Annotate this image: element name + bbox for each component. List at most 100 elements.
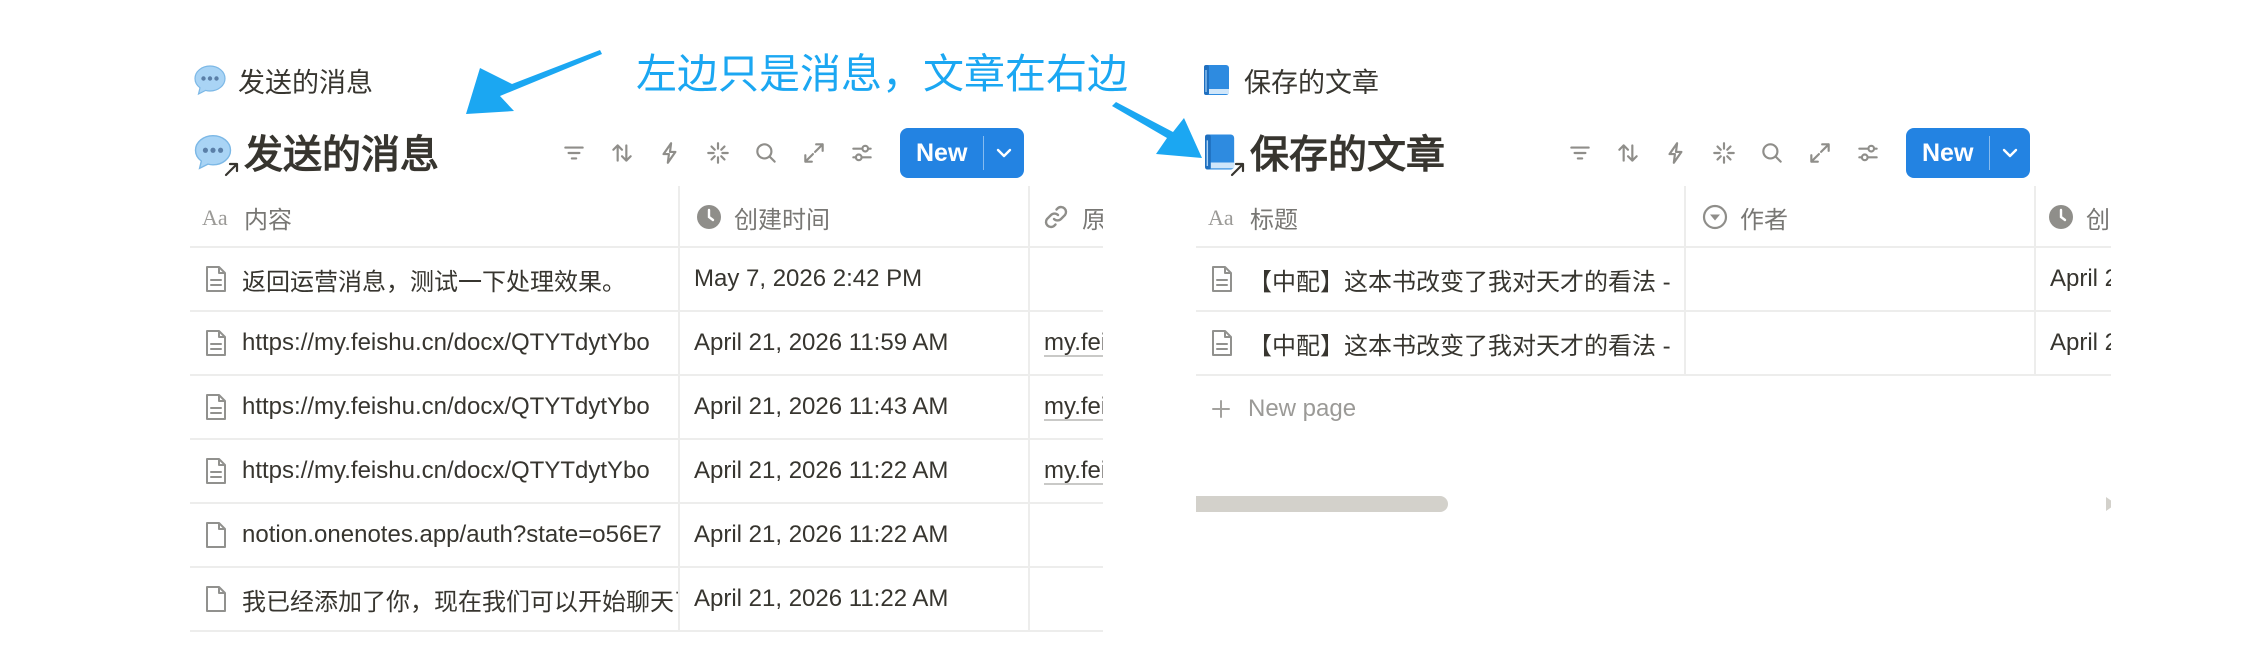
content-cell[interactable]: notion.onenotes.app/auth?state=o56E7 <box>190 504 680 566</box>
cell-text: https://my.feishu.cn/docx/QTYTdytYbo <box>242 393 650 420</box>
content-cell[interactable]: https://my.feishu.cn/docx/QTYTdytYbo <box>190 376 680 438</box>
column-header-label: 作者 <box>1740 206 1788 234</box>
left-database-panel: 发送的消息 发送的消息 New Aa 内容 创建时间 原 返回运营消息，测试一下… <box>190 0 1103 660</box>
table-row[interactable]: https://my.feishu.cn/docx/QTYTdytYbo Apr… <box>190 376 1103 440</box>
new-dropdown-button[interactable] <box>984 128 1024 178</box>
view-tab-sent-messages[interactable]: 发送的消息 <box>192 60 373 100</box>
title-cell[interactable]: 【中配】这本书改变了我对天才的看法 - <box>1196 312 1686 374</box>
new-page-button[interactable]: New page <box>1196 376 2111 442</box>
table-row[interactable]: 我已经添加了你，现在我们可以开始聊天了 April 21, 2026 11:22… <box>190 568 1103 632</box>
database-toolbar: New <box>550 128 1025 178</box>
table-row[interactable]: notion.onenotes.app/auth?state=o56E7 Apr… <box>190 504 1103 568</box>
new-button-label[interactable]: New <box>900 128 983 178</box>
filter-button[interactable] <box>1556 129 1604 177</box>
column-header-content[interactable]: Aa 内容 <box>190 186 680 248</box>
created-time-cell: April 21, 2026 11:59 AM <box>680 312 1030 374</box>
content-cell[interactable]: 返回运营消息，测试一下处理效果。 <box>190 248 680 310</box>
new-dropdown-button[interactable] <box>1990 128 2030 178</box>
new-button[interactable]: New <box>1906 128 2031 178</box>
source-link-cell[interactable]: my.fei <box>1030 312 1103 374</box>
settings-button[interactable] <box>838 129 886 177</box>
blue-book-icon <box>1198 62 1234 98</box>
page-icon <box>1210 264 1234 294</box>
link-icon <box>1044 205 1068 229</box>
sort-icon <box>612 144 632 162</box>
cell-link[interactable]: my.fei <box>1044 329 1103 357</box>
search-button[interactable] <box>742 129 790 177</box>
content-cell[interactable]: https://my.feishu.cn/docx/QTYTdytYbo <box>190 440 680 502</box>
sort-button[interactable] <box>1604 129 1652 177</box>
search-button[interactable] <box>1748 129 1796 177</box>
filter-button[interactable] <box>550 129 598 177</box>
author-cell[interactable] <box>1686 312 2036 374</box>
created-cell: April 2 <box>2036 248 2111 310</box>
source-link-cell[interactable] <box>1030 248 1103 310</box>
page-icon <box>204 264 228 294</box>
table-row[interactable]: 【中配】这本书改变了我对天才的看法 - April 2 <box>1196 248 2111 312</box>
content-cell[interactable]: 我已经添加了你，现在我们可以开始聊天了 <box>190 568 680 630</box>
database-toolbar: New <box>1556 128 2031 178</box>
column-header-author[interactable]: 作者 <box>1686 186 2036 248</box>
table-row[interactable]: https://my.feishu.cn/docx/QTYTdytYbo Apr… <box>190 440 1103 504</box>
content-cell[interactable]: https://my.feishu.cn/docx/QTYTdytYbo <box>190 312 680 374</box>
column-header-label: 创 <box>2086 206 2110 234</box>
page-icon <box>204 328 228 358</box>
new-button-label[interactable]: New <box>1906 128 1989 178</box>
author-cell[interactable] <box>1686 248 2036 310</box>
title-cell[interactable]: 【中配】这本书改变了我对天才的看法 - <box>1196 248 1686 310</box>
automation-button[interactable] <box>646 129 694 177</box>
table-row[interactable]: https://my.feishu.cn/docx/QTYTdytYbo Apr… <box>190 312 1103 376</box>
source-link-cell[interactable]: my.fei <box>1030 440 1103 502</box>
database-title[interactable]: 发送的消息 <box>192 124 439 180</box>
table-row[interactable]: 【中配】这本书改变了我对天才的看法 - April 2 <box>1196 312 2111 376</box>
source-link-cell[interactable]: my.fei <box>1030 376 1103 438</box>
settings-sliders-icon <box>1858 144 1878 162</box>
expand-icon <box>1810 143 1830 163</box>
scroll-right-icon[interactable] <box>2104 496 2111 512</box>
created-time-cell: April 21, 2026 11:22 AM <box>680 504 1030 566</box>
column-header-created[interactable]: 创 <box>2036 186 2111 248</box>
page-icon <box>204 456 228 486</box>
articles-table: Aa 标题 作者 创 【中配】这本书改变了我对天才的看法 - April 2 【… <box>1196 186 2111 442</box>
cell-text: April 21, 2026 11:22 AM <box>694 585 949 612</box>
expand-button[interactable] <box>790 129 838 177</box>
sparkle-icon <box>1713 142 1735 164</box>
column-header-label: 创建时间 <box>734 206 830 234</box>
page-icon <box>204 392 228 422</box>
cell-link[interactable]: my.fei <box>1044 393 1103 421</box>
table-header: Aa 内容 创建时间 原 <box>190 186 1103 248</box>
cell-text: April 21, 2026 11:59 AM <box>694 329 949 356</box>
column-header-created-time[interactable]: 创建时间 <box>680 186 1030 248</box>
ai-button[interactable] <box>1700 129 1748 177</box>
cell-text: https://my.feishu.cn/docx/QTYTdytYbo <box>242 457 650 484</box>
cell-text: April 21, 2026 11:22 AM <box>694 521 949 548</box>
cell-link[interactable]: my.fei <box>1044 457 1103 485</box>
new-page-label: New page <box>1248 395 1357 422</box>
new-button[interactable]: New <box>900 128 1025 178</box>
svg-text:Aa: Aa <box>1208 206 1234 228</box>
expand-button[interactable] <box>1796 129 1844 177</box>
settings-sliders-icon <box>852 144 872 162</box>
column-header-title[interactable]: Aa 标题 <box>1196 186 1686 248</box>
settings-button[interactable] <box>1844 129 1892 177</box>
messages-table: Aa 内容 创建时间 原 返回运营消息，测试一下处理效果。 May 7, 202… <box>190 186 1103 632</box>
cell-text: 【中配】这本书改变了我对天才的看法 - <box>1248 268 1671 296</box>
sparkle-icon <box>707 142 729 164</box>
table-row[interactable]: 返回运营消息，测试一下处理效果。 May 7, 2026 2:42 PM <box>190 248 1103 312</box>
created-time-cell: April 21, 2026 11:22 AM <box>680 568 1030 630</box>
source-link-cell[interactable] <box>1030 568 1103 630</box>
scrollbar-thumb[interactable] <box>1196 496 1448 512</box>
horizontal-scrollbar[interactable] <box>1196 494 2111 514</box>
view-tab-saved-articles[interactable]: 保存的文章 <box>1198 60 1379 100</box>
right-database-panel: 保存的文章 保存的文章 New Aa 标题 作者 创 【中配】这本书改变了我对天… <box>1196 0 2111 660</box>
cell-text: 我已经添加了你，现在我们可以开始聊天了 <box>242 588 680 616</box>
column-header-source[interactable]: 原 <box>1030 186 1103 248</box>
source-link-cell[interactable] <box>1030 504 1103 566</box>
text-type-icon: Aa <box>1208 206 1234 228</box>
sort-button[interactable] <box>598 129 646 177</box>
database-title[interactable]: 保存的文章 <box>1198 124 1445 180</box>
column-header-label: 原 <box>1082 206 1103 234</box>
automation-button[interactable] <box>1652 129 1700 177</box>
linked-arrow-icon <box>1230 162 1245 177</box>
ai-button[interactable] <box>694 129 742 177</box>
